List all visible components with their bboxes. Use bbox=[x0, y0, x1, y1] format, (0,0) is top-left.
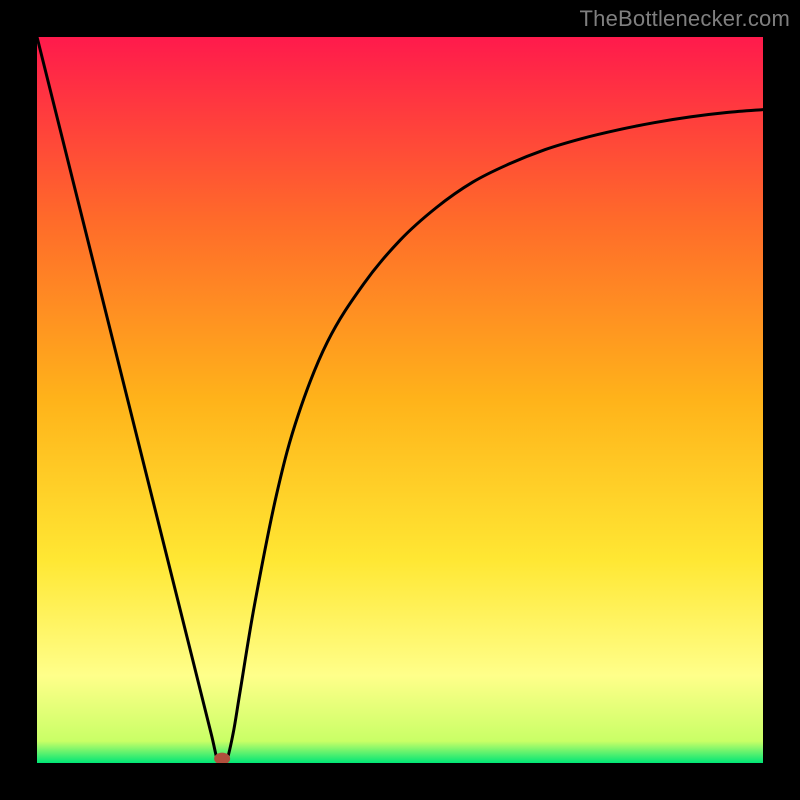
chart-frame: TheBottlenecker.com bbox=[0, 0, 800, 800]
plot-area bbox=[37, 37, 763, 763]
gradient-background bbox=[37, 37, 763, 763]
watermark-text: TheBottlenecker.com bbox=[580, 6, 790, 32]
chart-svg bbox=[37, 37, 763, 763]
